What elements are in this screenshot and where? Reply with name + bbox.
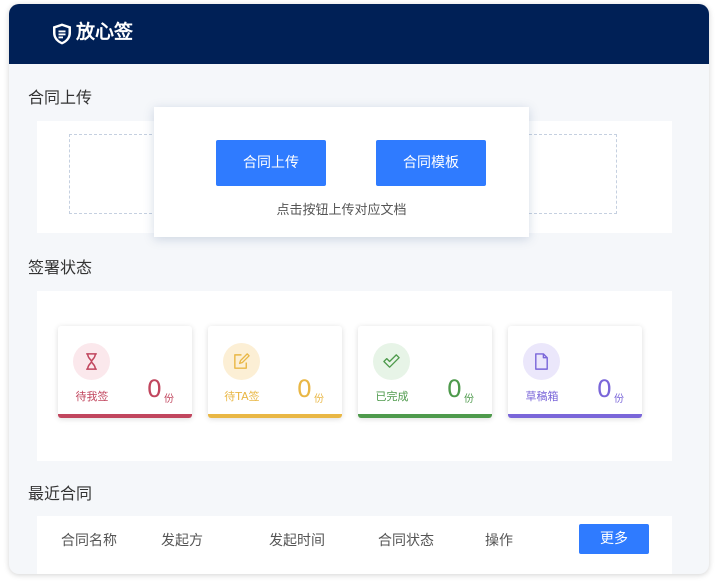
document-icon: [535, 353, 548, 370]
upload-hint: 点击按钮上传对应文档: [276, 203, 407, 218]
app-window: 放心签: [9, 4, 709, 574]
status-card-pending-me[interactable]: 待我签 0 份: [58, 326, 192, 418]
column-header-status: 合同状态: [378, 533, 434, 549]
status-unit: 份: [614, 394, 624, 405]
status-accent-bar: [208, 414, 342, 418]
status-icon-circle: [373, 343, 410, 380]
status-count: 0: [446, 375, 462, 403]
shield-icon: [53, 23, 71, 45]
column-header-initiator: 发起方: [161, 533, 203, 549]
contract-template-button[interactable]: 合同模板: [376, 140, 486, 186]
column-header-action: 操作: [485, 533, 513, 549]
status-unit: 份: [314, 394, 324, 405]
upload-card: 合同上传 合同模板 点击按钮上传对应文档: [154, 107, 529, 237]
status-card-drafts[interactable]: 草稿箱 0 份: [508, 326, 642, 418]
status-label: 草稿箱: [525, 390, 559, 403]
brand-name: 放心签: [76, 21, 134, 43]
upload-contract-button[interactable]: 合同上传: [216, 140, 326, 186]
hourglass-icon: [85, 353, 98, 370]
status-icon-circle: [523, 343, 560, 380]
status-accent-bar: [358, 414, 492, 418]
status-count: 0: [596, 375, 612, 403]
status-card-pending-them[interactable]: 待TA签 0 份: [208, 326, 342, 418]
column-header-time: 发起时间: [269, 533, 325, 549]
recent-section-title: 最近合同: [28, 484, 93, 503]
status-section-title: 签署状态: [28, 258, 93, 277]
status-card-completed[interactable]: 已完成 0 份: [358, 326, 492, 418]
status-unit: 份: [464, 394, 474, 405]
status-count: 0: [296, 375, 312, 403]
status-unit: 份: [164, 394, 174, 405]
more-button[interactable]: 更多: [579, 524, 649, 554]
status-icon-circle: [73, 343, 110, 380]
status-label: 待我签: [75, 390, 109, 403]
status-icon-circle: [223, 343, 260, 380]
status-label: 待TA签: [224, 390, 260, 403]
status-label: 已完成: [375, 390, 409, 403]
check-icon: [383, 354, 400, 368]
upload-section-title: 合同上传: [28, 88, 93, 107]
column-header-name: 合同名称: [61, 533, 117, 549]
status-accent-bar: [58, 414, 192, 418]
status-count: 0: [146, 375, 162, 403]
recent-table: [37, 516, 672, 574]
edit-note-icon: [234, 353, 250, 369]
status-accent-bar: [508, 414, 642, 418]
top-header: 放心签: [9, 4, 709, 64]
